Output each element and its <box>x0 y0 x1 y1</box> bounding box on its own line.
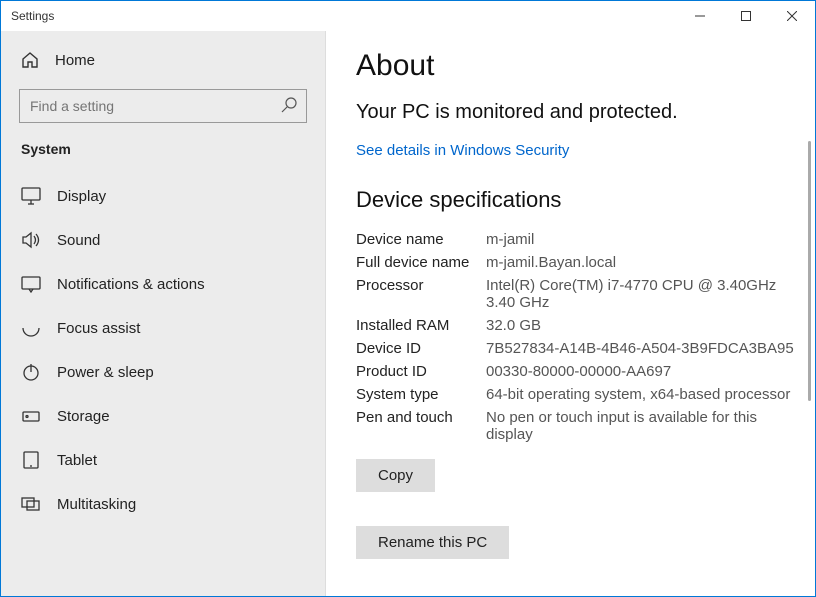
sidebar-item-label: Multitasking <box>57 496 136 513</box>
search-icon <box>281 97 297 113</box>
maximize-button[interactable] <box>723 1 769 31</box>
sidebar-item-label: Focus assist <box>57 320 140 337</box>
sidebar-item-label: Tablet <box>57 452 97 469</box>
minimize-button[interactable] <box>677 1 723 31</box>
window-title: Settings <box>11 9 54 23</box>
close-button[interactable] <box>769 1 815 31</box>
tablet-icon <box>21 451 41 469</box>
sidebar-item-sound[interactable]: Sound <box>1 219 325 261</box>
sidebar-item-label: Sound <box>57 232 100 249</box>
scrollbar[interactable] <box>808 141 811 401</box>
specs-heading: Device specifications <box>356 187 815 213</box>
title-bar: Settings <box>1 1 815 31</box>
protection-status: Your PC is monitored and protected. <box>356 101 815 124</box>
multitasking-icon <box>21 495 41 513</box>
sidebar-item-focus-assist[interactable]: Focus assist <box>1 307 325 349</box>
sidebar: Home System Display Sound Notifications … <box>1 31 326 596</box>
spec-device-name: Device name m-jamil <box>356 231 815 248</box>
sidebar-item-multitasking[interactable]: Multitasking <box>1 483 325 525</box>
sidebar-item-display[interactable]: Display <box>1 175 325 217</box>
notifications-icon <box>21 275 41 293</box>
sound-icon <box>21 231 41 249</box>
main-content: About Your PC is monitored and protected… <box>326 31 815 596</box>
sidebar-item-power-sleep[interactable]: Power & sleep <box>1 351 325 393</box>
sidebar-category: System <box>1 139 325 173</box>
search-box[interactable] <box>19 89 307 123</box>
focus-assist-icon <box>21 319 41 337</box>
home-icon <box>21 51 39 69</box>
sidebar-item-label: Power & sleep <box>57 364 154 381</box>
spec-system-type: System type 64-bit operating system, x64… <box>356 386 815 403</box>
sidebar-item-label: Notifications & actions <box>57 276 205 293</box>
security-link[interactable]: See details in Windows Security <box>356 142 569 159</box>
spec-installed-ram: Installed RAM 32.0 GB <box>356 317 815 334</box>
spec-full-device-name: Full device name m-jamil.Bayan.local <box>356 254 815 271</box>
sidebar-item-label: Storage <box>57 408 110 425</box>
page-title: About <box>356 49 815 83</box>
home-nav[interactable]: Home <box>1 41 325 79</box>
spec-processor: Processor Intel(R) Core(TM) i7-4770 CPU … <box>356 277 815 311</box>
sidebar-item-notifications[interactable]: Notifications & actions <box>1 263 325 305</box>
home-label: Home <box>55 52 95 69</box>
sidebar-item-tablet[interactable]: Tablet <box>1 439 325 481</box>
power-icon <box>21 363 41 381</box>
spec-device-id: Device ID 7B527834-A14B-4B46-A504-3B9FDC… <box>356 340 815 357</box>
display-icon <box>21 187 41 205</box>
copy-button[interactable]: Copy <box>356 459 435 492</box>
rename-pc-button[interactable]: Rename this PC <box>356 526 509 559</box>
storage-icon <box>21 407 41 425</box>
search-input[interactable] <box>19 89 307 123</box>
sidebar-item-storage[interactable]: Storage <box>1 395 325 437</box>
spec-pen-touch: Pen and touch No pen or touch input is a… <box>356 409 815 443</box>
sidebar-item-label: Display <box>57 188 106 205</box>
spec-product-id: Product ID 00330-80000-00000-AA697 <box>356 363 815 380</box>
